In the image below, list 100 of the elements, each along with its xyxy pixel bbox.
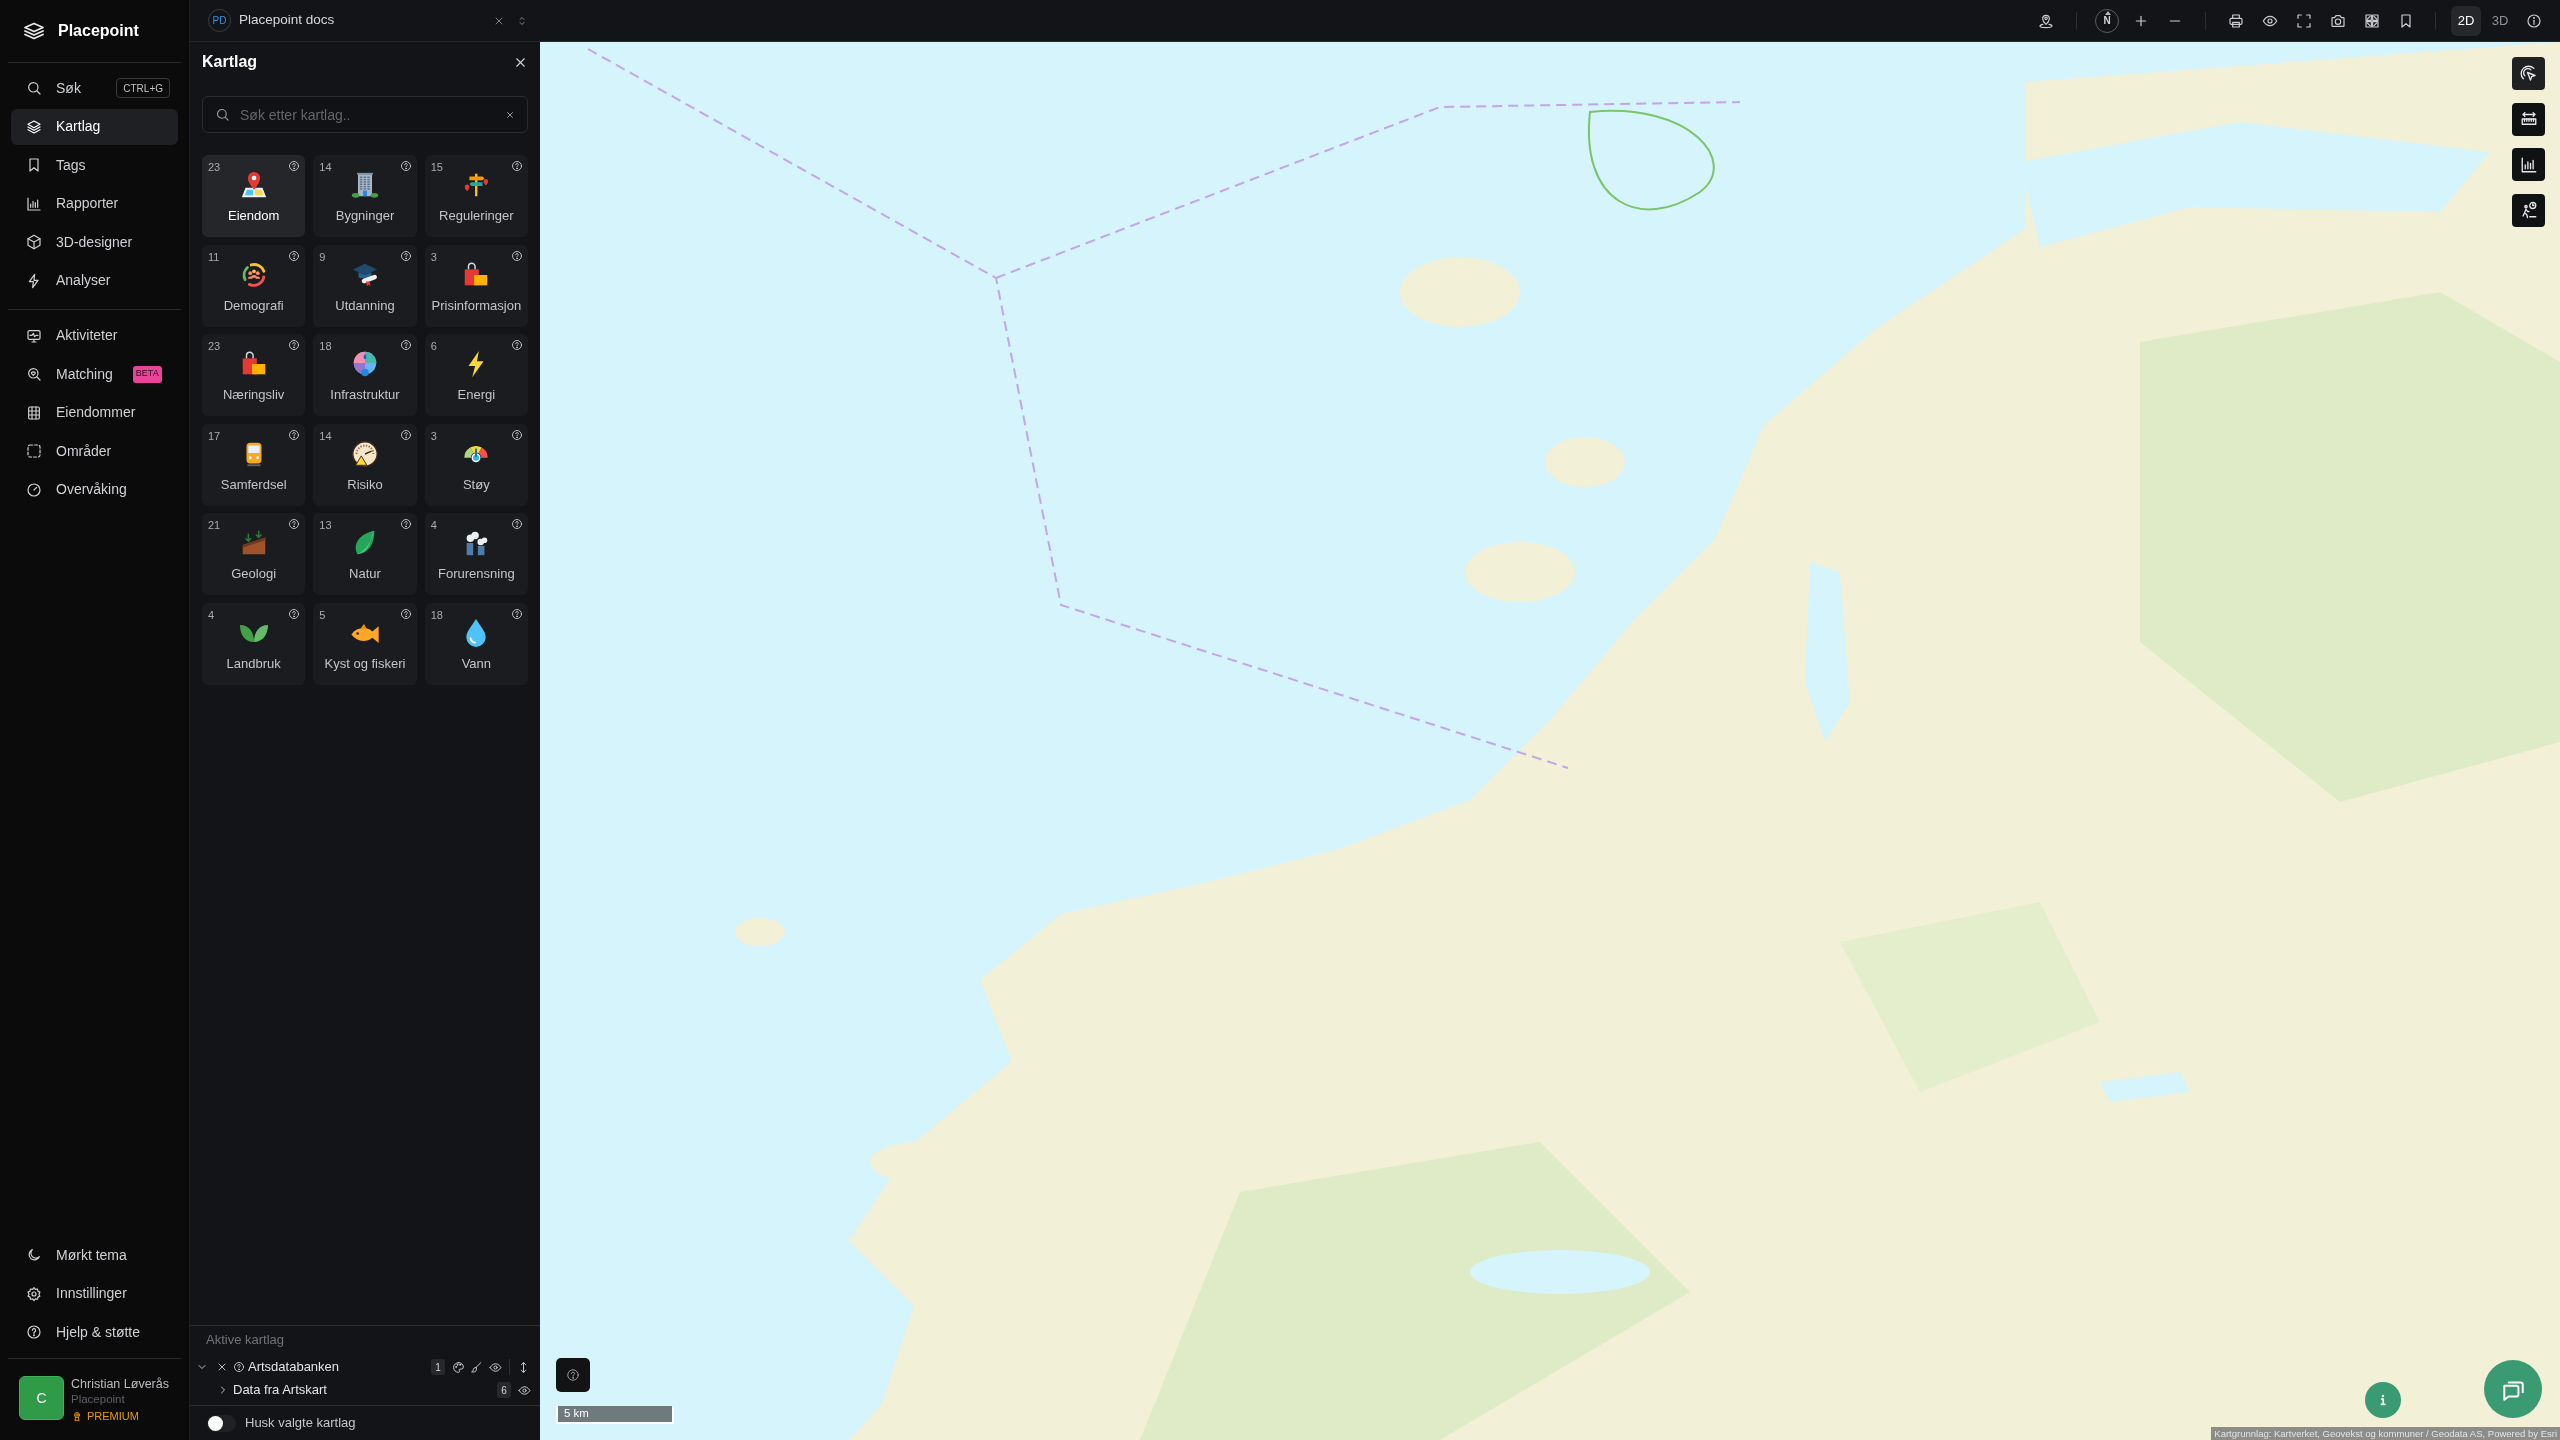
view-mode-button[interactable]: 3D xyxy=(2485,5,2515,36)
user-name: Christian Løverås xyxy=(71,1377,169,1392)
camera-icon[interactable] xyxy=(2330,12,2346,29)
category-tile[interactable]: 23 Næringsliv xyxy=(202,334,306,416)
nav-item[interactable]: 3D-designer xyxy=(11,224,178,260)
nav-item[interactable]: Områder xyxy=(11,433,178,469)
bookmark-icon[interactable] xyxy=(2398,12,2414,29)
help-icon[interactable] xyxy=(511,607,523,620)
layer-count: 18 xyxy=(430,608,443,622)
map-tool-button[interactable] xyxy=(2512,57,2545,90)
gauge-warning-icon xyxy=(350,438,380,469)
lightning-icon xyxy=(26,272,42,289)
category-tile[interactable]: 6 Energi xyxy=(424,334,528,416)
help-icon[interactable] xyxy=(511,339,523,351)
view-mode-button[interactable]: 2D xyxy=(2451,5,2481,36)
palette-icon[interactable] xyxy=(452,1360,465,1374)
map-tool-button[interactable] xyxy=(2512,193,2545,227)
help-icon[interactable] xyxy=(288,249,301,262)
nav-item[interactable]: Kartlag xyxy=(11,108,178,145)
category-tile[interactable]: 18 Vann xyxy=(424,602,528,685)
category-tile[interactable]: 3 Støy xyxy=(424,423,528,506)
layers-icon xyxy=(26,118,42,135)
layer-count: 23 xyxy=(208,340,221,353)
user-avatar[interactable]: C xyxy=(19,1376,64,1420)
layer-count: 9 xyxy=(319,250,326,264)
office-building-icon xyxy=(350,170,380,200)
help-icon[interactable] xyxy=(511,160,523,172)
nav-item[interactable]: Matching BETA xyxy=(11,356,178,392)
fish-icon xyxy=(350,622,380,644)
layer-count: 11 xyxy=(208,250,220,264)
fullscreen-icon[interactable] xyxy=(2296,12,2312,29)
help-icon[interactable] xyxy=(288,518,301,530)
beta-badge: BETA xyxy=(132,365,162,383)
help-icon[interactable] xyxy=(399,518,412,530)
category-tile[interactable]: 3 Prisinformasjon xyxy=(424,244,528,327)
help-button[interactable] xyxy=(556,1358,590,1392)
nav-item[interactable]: Søk CTRL+G xyxy=(11,70,178,106)
help-icon[interactable] xyxy=(288,339,301,351)
help-icon[interactable] xyxy=(399,339,412,351)
grid-icon[interactable] xyxy=(2364,12,2380,29)
category-tile[interactable]: 17 Samferdsel xyxy=(202,423,306,506)
help-icon[interactable] xyxy=(399,607,412,620)
help-icon[interactable] xyxy=(511,249,523,262)
category-tile[interactable]: 11 Demografi xyxy=(202,244,306,327)
category-tile[interactable]: 23 Eiendom xyxy=(202,155,306,237)
category-tile[interactable]: 9 Utdanning xyxy=(313,244,417,327)
bar-chart-icon xyxy=(26,195,42,212)
help-icon[interactable] xyxy=(511,428,523,441)
help-icon xyxy=(26,1324,42,1340)
search-icon xyxy=(26,80,42,96)
help-icon[interactable] xyxy=(399,249,412,262)
clear-icon[interactable] xyxy=(505,109,515,120)
close-icon[interactable] xyxy=(216,1361,228,1373)
search-field[interactable]: Søk etter kartlag.. xyxy=(202,96,528,133)
eye-icon[interactable] xyxy=(489,1360,502,1374)
nav-item[interactable]: Rapporter xyxy=(11,185,178,222)
help-icon[interactable] xyxy=(233,1361,245,1373)
nav-item[interactable]: Mørkt tema xyxy=(11,1237,178,1273)
toggle-switch[interactable] xyxy=(207,1414,236,1432)
nav-item[interactable]: Analyser xyxy=(11,262,178,299)
nav-item[interactable]: Aktiviteter xyxy=(11,317,178,354)
nav-item[interactable]: Overvåking xyxy=(11,471,178,508)
eye-icon[interactable] xyxy=(518,1383,531,1397)
category-tile[interactable]: 5 Kyst og fiskeri xyxy=(313,602,417,685)
category-tile[interactable]: 14 Risiko xyxy=(313,423,417,506)
map-tool-button[interactable] xyxy=(2512,102,2545,136)
layer-count: 6 xyxy=(497,1382,511,1398)
layer-count: 14 xyxy=(319,161,332,174)
brush-icon[interactable] xyxy=(470,1360,483,1374)
settings-icon xyxy=(26,1285,42,1302)
moon-icon xyxy=(26,1247,42,1263)
nav-item[interactable]: Tags xyxy=(11,147,178,183)
cursor-click-icon xyxy=(2519,64,2538,83)
help-icon[interactable] xyxy=(288,428,301,441)
info-icon[interactable] xyxy=(2526,12,2542,29)
help-icon[interactable] xyxy=(288,160,301,172)
printer-icon[interactable] xyxy=(2228,12,2244,29)
layer-count: 13 xyxy=(319,519,332,532)
search-icon xyxy=(215,107,230,122)
help-icon[interactable] xyxy=(399,428,412,441)
help-icon[interactable] xyxy=(511,518,523,530)
workspace-name[interactable]: Placepoint docs xyxy=(239,10,335,31)
person-pin-icon[interactable] xyxy=(2038,12,2054,29)
user-organization: Placepoint xyxy=(71,1392,126,1407)
map-tool-button[interactable] xyxy=(2512,148,2545,181)
layer-count: 5 xyxy=(319,608,326,622)
category-tile[interactable]: 4 Landbruk xyxy=(202,602,306,685)
category-tile[interactable]: 4 Forurensning xyxy=(424,513,528,595)
building-icon xyxy=(26,404,42,421)
help-icon[interactable] xyxy=(399,160,412,172)
nav-item[interactable]: Eiendommer xyxy=(11,394,178,431)
nav-item[interactable]: Hjelp & støtte xyxy=(11,1314,178,1350)
category-tile[interactable]: 15 Reguleringer xyxy=(424,155,528,237)
category-tile[interactable]: 14 Bygninger xyxy=(313,155,417,237)
help-icon[interactable] xyxy=(288,607,301,620)
category-tile[interactable]: 21 Geologi xyxy=(202,513,306,595)
nav-item[interactable]: Innstillinger xyxy=(11,1275,178,1312)
layer-count: 6 xyxy=(430,340,437,353)
category-tile[interactable]: 18 Infrastruktur xyxy=(313,334,417,416)
category-tile[interactable]: 13 Natur xyxy=(313,513,417,595)
